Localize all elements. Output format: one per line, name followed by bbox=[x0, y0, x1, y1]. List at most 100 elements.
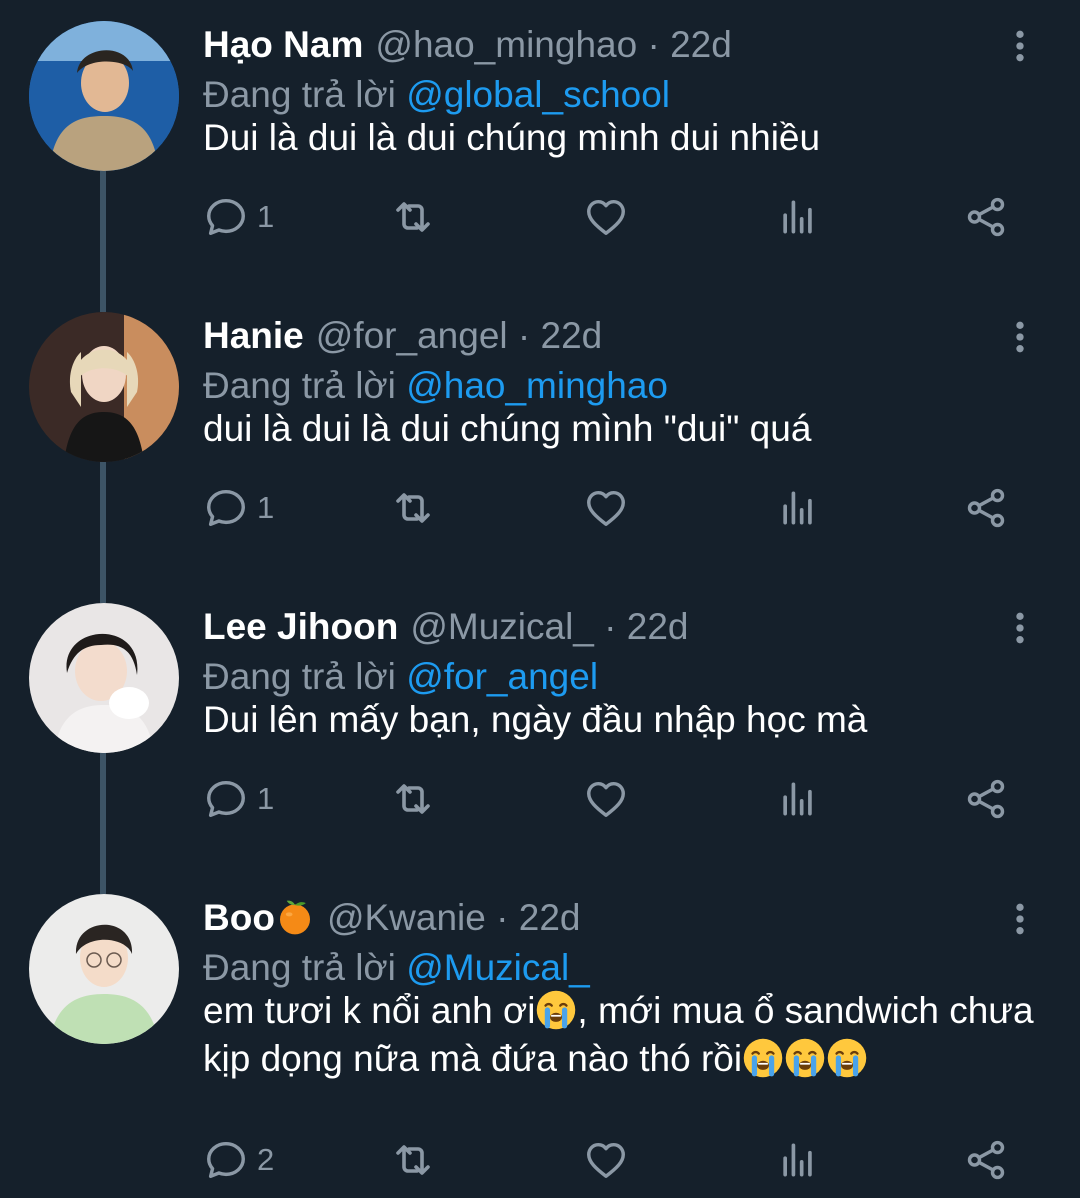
replying-to: Đang trả lời @Muzical_ bbox=[203, 943, 590, 993]
more-vertical-icon[interactable] bbox=[1000, 608, 1040, 648]
action-bar: 1 bbox=[203, 483, 1023, 533]
more-vertical-icon[interactable] bbox=[1000, 899, 1040, 939]
like-button[interactable] bbox=[583, 192, 629, 242]
loudly-crying-face-emoji bbox=[535, 989, 577, 1031]
share-button[interactable] bbox=[963, 1135, 1009, 1185]
user-handle[interactable]: @hao_minghao bbox=[375, 24, 637, 65]
user-handle[interactable]: @for_angel bbox=[316, 315, 508, 356]
replying-prefix: Đang trả lời bbox=[203, 656, 396, 697]
share-icon bbox=[963, 776, 1009, 822]
views-icon bbox=[776, 777, 820, 821]
timestamp[interactable]: 22d bbox=[670, 24, 732, 65]
tweet-text: em tươi k nổi anh ơi, mới mua ổ sandwich… bbox=[203, 987, 1053, 1083]
tweet-header: Lee Jihoon @Muzical_ · 22d bbox=[203, 602, 689, 652]
timestamp[interactable]: 22d bbox=[519, 897, 581, 938]
tweet-header: Boo @Kwanie · 22d bbox=[203, 893, 580, 943]
display-name[interactable]: Hạo Nam bbox=[203, 24, 363, 65]
tweet-header: Hanie @for_angel · 22d bbox=[203, 311, 602, 361]
reply-thread: Hạo Nam @hao_minghao · 22d Đang trả lời @… bbox=[0, 0, 1080, 1198]
orange-emoji bbox=[275, 896, 315, 936]
replying-prefix: Đang trả lời bbox=[203, 947, 396, 988]
reply-button[interactable]: 1 bbox=[203, 192, 274, 242]
replying-to: Đang trả lời @global_school bbox=[203, 70, 670, 120]
share-icon bbox=[963, 1137, 1009, 1183]
share-button[interactable] bbox=[963, 774, 1009, 824]
separator-dot: · bbox=[604, 606, 617, 647]
replying-to: Đang trả lời @hao_minghao bbox=[203, 361, 668, 411]
tweet[interactable]: Hạo Nam @hao_minghao · 22d Đang trả lời @… bbox=[0, 0, 1080, 291]
separator-dot: · bbox=[647, 24, 660, 65]
views-icon bbox=[776, 1138, 820, 1182]
avatar[interactable] bbox=[29, 21, 179, 171]
views-button[interactable] bbox=[776, 1135, 820, 1185]
mention-link[interactable]: @for_angel bbox=[406, 656, 598, 697]
share-button[interactable] bbox=[963, 483, 1009, 533]
tweet-text-part: em tươi k nổi anh ơi bbox=[203, 990, 536, 1031]
tweet-text: dui là dui là dui chúng mình "dui" quá bbox=[203, 408, 812, 449]
views-button[interactable] bbox=[776, 483, 820, 533]
share-icon bbox=[963, 194, 1009, 240]
reply-icon bbox=[203, 776, 249, 822]
replying-to: Đang trả lời @for_angel bbox=[203, 652, 598, 702]
tweet[interactable]: Hanie @for_angel · 22d Đang trả lời @hao_… bbox=[0, 291, 1080, 582]
heart-icon bbox=[583, 1137, 629, 1183]
loudly-crying-face-emoji bbox=[826, 1037, 868, 1079]
reply-button[interactable]: 1 bbox=[203, 774, 274, 824]
views-icon bbox=[776, 486, 820, 530]
reply-count: 2 bbox=[257, 1142, 275, 1177]
tweet-header: Hạo Nam @hao_minghao · 22d bbox=[203, 20, 732, 70]
mention-link[interactable]: @global_school bbox=[406, 74, 670, 115]
user-handle[interactable]: @Kwanie bbox=[327, 897, 486, 938]
reply-count: 1 bbox=[257, 199, 275, 234]
more-vertical-icon[interactable] bbox=[1000, 317, 1040, 357]
loudly-crying-face-emoji bbox=[784, 1037, 826, 1079]
action-bar: 1 bbox=[203, 774, 1023, 824]
mention-link[interactable]: @Muzical_ bbox=[406, 947, 590, 988]
user-handle[interactable]: @Muzical_ bbox=[410, 606, 594, 647]
heart-icon bbox=[583, 194, 629, 240]
reply-icon bbox=[203, 1137, 249, 1183]
display-name[interactable]: Boo bbox=[203, 897, 275, 938]
replying-prefix: Đang trả lời bbox=[203, 74, 396, 115]
mention-link[interactable]: @hao_minghao bbox=[406, 365, 668, 406]
more-vertical-icon[interactable] bbox=[1000, 26, 1040, 66]
heart-icon bbox=[583, 485, 629, 531]
reply-count: 1 bbox=[257, 490, 275, 525]
retweet-icon bbox=[389, 193, 437, 241]
separator-dot: · bbox=[496, 897, 509, 938]
like-button[interactable] bbox=[583, 483, 629, 533]
retweet-icon bbox=[389, 775, 437, 823]
display-name[interactable]: Lee Jihoon bbox=[203, 606, 398, 647]
share-button[interactable] bbox=[963, 192, 1009, 242]
retweet-icon bbox=[389, 484, 437, 532]
display-name[interactable]: Hanie bbox=[203, 315, 304, 356]
like-button[interactable] bbox=[583, 774, 629, 824]
tweet[interactable]: Boo @Kwanie · 22d Đang trả lời @Muzical_ … bbox=[0, 873, 1080, 1198]
views-button[interactable] bbox=[776, 774, 820, 824]
tweet[interactable]: Lee Jihoon @Muzical_ · 22d Đang trả lời @… bbox=[0, 582, 1080, 873]
action-bar: 2 bbox=[203, 1135, 1023, 1185]
retweet-button[interactable] bbox=[389, 483, 437, 533]
loudly-crying-face-emoji bbox=[742, 1037, 784, 1079]
retweet-icon bbox=[389, 1136, 437, 1184]
separator-dot: · bbox=[517, 315, 531, 356]
timestamp[interactable]: 22d bbox=[627, 606, 689, 647]
retweet-button[interactable] bbox=[389, 1135, 437, 1185]
avatar[interactable] bbox=[29, 312, 179, 462]
tweet-text: Dui là dui là dui chúng mình dui nhiều bbox=[203, 117, 821, 158]
heart-icon bbox=[583, 776, 629, 822]
reply-button[interactable]: 2 bbox=[203, 1135, 274, 1185]
action-bar: 1 bbox=[203, 192, 1023, 242]
avatar[interactable] bbox=[29, 603, 179, 753]
retweet-button[interactable] bbox=[389, 774, 437, 824]
reply-button[interactable]: 1 bbox=[203, 483, 274, 533]
like-button[interactable] bbox=[583, 1135, 629, 1185]
timestamp[interactable]: 22d bbox=[541, 315, 603, 356]
views-button[interactable] bbox=[776, 192, 820, 242]
views-icon bbox=[776, 195, 820, 239]
retweet-button[interactable] bbox=[389, 192, 437, 242]
reply-icon bbox=[203, 485, 249, 531]
reply-icon bbox=[203, 194, 249, 240]
avatar[interactable] bbox=[29, 894, 179, 1044]
replying-prefix: Đang trả lời bbox=[203, 365, 396, 406]
